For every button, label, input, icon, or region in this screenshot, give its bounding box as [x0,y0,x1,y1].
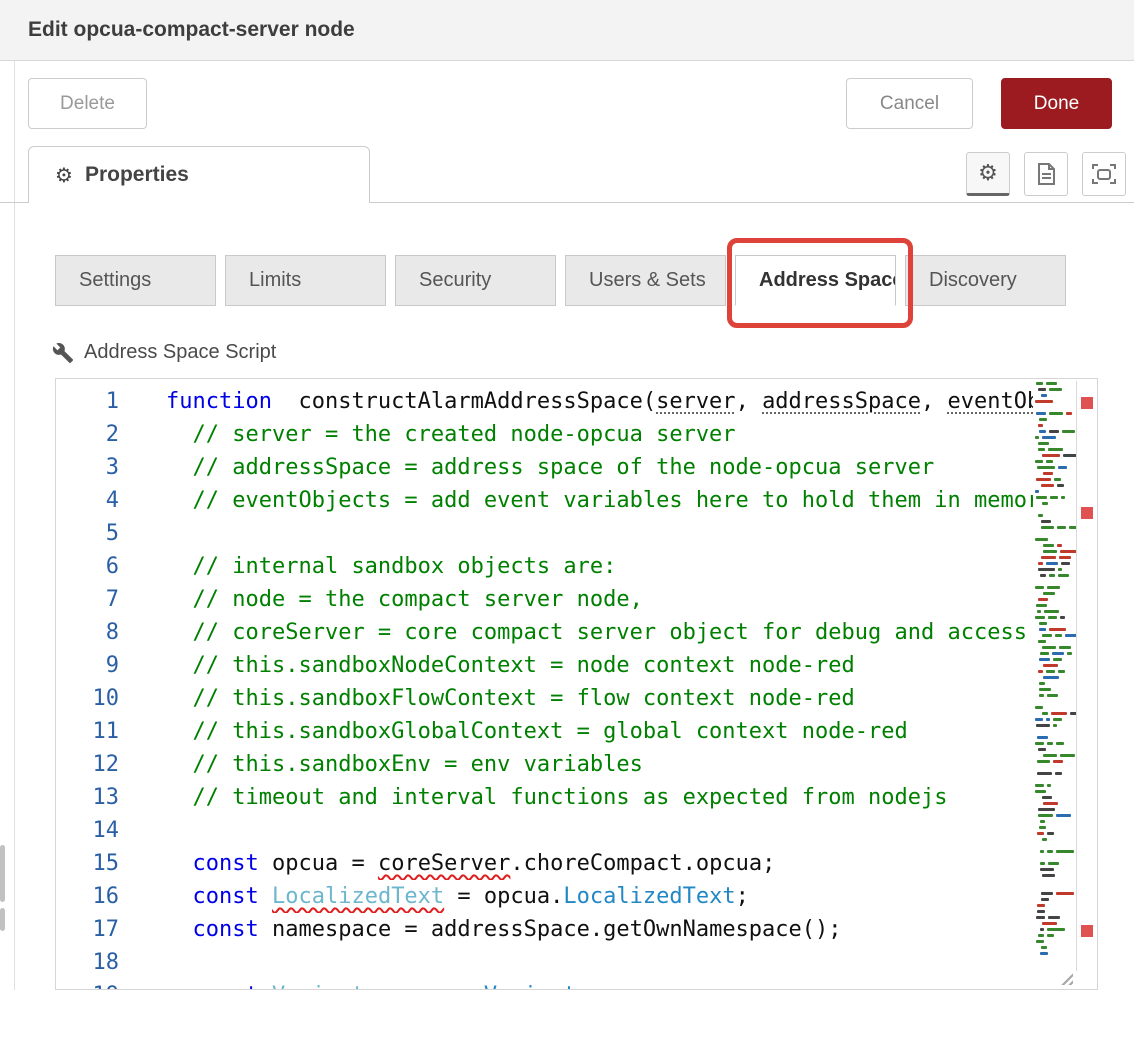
code-line[interactable]: 7 // node = the compact server node, [56,583,1033,616]
line-number: 8 [56,616,166,649]
code-line[interactable]: 17 const namespace = addressSpace.getOwn… [56,913,1033,946]
dialog-title: Edit opcua-compact-server node [28,18,355,42]
edit-node-dialog: Edit opcua-compact-server node Delete Ca… [0,0,1134,1054]
line-number: 7 [56,583,166,616]
code-line[interactable]: 16 const LocalizedText = opcua.Localized… [56,880,1033,913]
node-properties-icon-button[interactable]: ⚙ [966,152,1010,196]
code-line[interactable]: 5 [56,517,1033,550]
code-line[interactable]: 19 const Variant = opcua.Variant; [56,979,1033,990]
code-text: const LocalizedText = opcua.LocalizedTex… [166,880,1033,913]
minimap[interactable] [1033,381,1077,971]
code-text [166,814,1033,847]
dialog-header: Edit opcua-compact-server node [0,0,1134,61]
page-scrollbar-fragment[interactable] [0,845,5,902]
line-number: 19 [56,979,166,990]
code-text: // addressSpace = address space of the n… [166,451,1033,484]
code-line[interactable]: 15 const opcua = coreServer.choreCompact… [56,847,1033,880]
code-text: // server = the created node-opcua serve… [166,418,1033,451]
description-icon-button[interactable] [1024,152,1068,196]
section-title: Address Space Script [84,341,276,364]
code-line[interactable]: 4 // eventObjects = add event variables … [56,484,1033,517]
line-number: 13 [56,781,166,814]
section-label: Address Space Script [52,341,276,364]
code-text: // this.sandboxFlowContext = flow contex… [166,682,1033,715]
code-text: // this.sandboxEnv = env variables [166,748,1033,781]
line-number: 17 [56,913,166,946]
tray-edge-divider [14,61,15,990]
node-appearance-icon [1091,162,1117,186]
code-line[interactable]: 8 // coreServer = core compact server ob… [56,616,1033,649]
line-number: 9 [56,649,166,682]
address-space-script-editor[interactable]: 1function constructAlarmAddressSpace(ser… [55,378,1098,990]
gear-icon: ⚙ [978,161,998,186]
properties-tab-label: Properties [85,163,189,187]
code-line[interactable]: 13 // timeout and interval functions as … [56,781,1033,814]
tab-properties[interactable]: ⚙ Properties [28,146,370,203]
page-scrollbar-fragment[interactable] [0,908,5,931]
code-line[interactable]: 3 // addressSpace = address space of the… [56,451,1033,484]
tab-discovery[interactable]: Discovery [905,255,1066,306]
code-text: function constructAlarmAddressSpace(serv… [166,385,1033,418]
tab-bar: SettingsLimitsSecurityUsers & SetsAddres… [55,255,1075,306]
line-number: 10 [56,682,166,715]
done-button[interactable]: Done [1001,78,1112,129]
wrench-icon [52,342,74,364]
code-text: // eventObjects = add event variables he… [166,484,1033,517]
appearance-icon-button[interactable] [1082,152,1126,196]
code-line[interactable]: 9 // this.sandboxNodeContext = node cont… [56,649,1033,682]
code-text [166,946,1033,979]
line-number: 15 [56,847,166,880]
line-number: 5 [56,517,166,550]
code-text: const namespace = addressSpace.getOwnNam… [166,913,1033,946]
line-number: 1 [56,385,166,418]
line-number: 4 [56,484,166,517]
code-text: const Variant = opcua.Variant; [166,979,1033,990]
error-marker [1081,507,1093,519]
code-line[interactable]: 2 // server = the created node-opcua ser… [56,418,1033,451]
line-number: 18 [56,946,166,979]
code-text: // this.sandboxNodeContext = node contex… [166,649,1033,682]
tab-security[interactable]: Security [395,255,556,306]
code-line[interactable]: 18 [56,946,1033,979]
code-line[interactable]: 12 // this.sandboxEnv = env variables [56,748,1033,781]
editor-lines: 1function constructAlarmAddressSpace(ser… [56,385,1033,990]
code-text: // internal sandbox objects are: [166,550,1033,583]
code-text: const opcua = coreServer.choreCompact.op… [166,847,1033,880]
code-text: // coreServer = core compact server obje… [166,616,1033,649]
code-text: // node = the compact server node, [166,583,1033,616]
gear-icon: ⚙ [55,163,73,187]
line-number: 6 [56,550,166,583]
line-number: 16 [56,880,166,913]
error-marker [1081,397,1093,409]
code-line[interactable]: 11 // this.sandboxGlobalContext = global… [56,715,1033,748]
resize-grip[interactable] [1058,970,1073,985]
overview-ruler [1077,379,1097,989]
code-line[interactable]: 14 [56,814,1033,847]
code-text [166,517,1033,550]
tab-limits[interactable]: Limits [225,255,386,306]
cancel-button[interactable]: Cancel [846,78,973,129]
line-number: 14 [56,814,166,847]
delete-button[interactable]: Delete [28,78,147,129]
code-text: // timeout and interval functions as exp… [166,781,1033,814]
line-number: 11 [56,715,166,748]
tab-settings[interactable]: Settings [55,255,216,306]
line-number: 12 [56,748,166,781]
tab-users-sets[interactable]: Users & Sets [565,255,726,306]
code-line[interactable]: 10 // this.sandboxFlowContext = flow con… [56,682,1033,715]
error-marker [1081,925,1093,937]
code-line[interactable]: 6 // internal sandbox objects are: [56,550,1033,583]
tab-address-space[interactable]: Address Space [735,255,896,306]
code-line[interactable]: 1function constructAlarmAddressSpace(ser… [56,385,1033,418]
document-icon [1035,162,1057,186]
line-number: 2 [56,418,166,451]
line-number: 3 [56,451,166,484]
code-text: // this.sandboxGlobalContext = global co… [166,715,1033,748]
